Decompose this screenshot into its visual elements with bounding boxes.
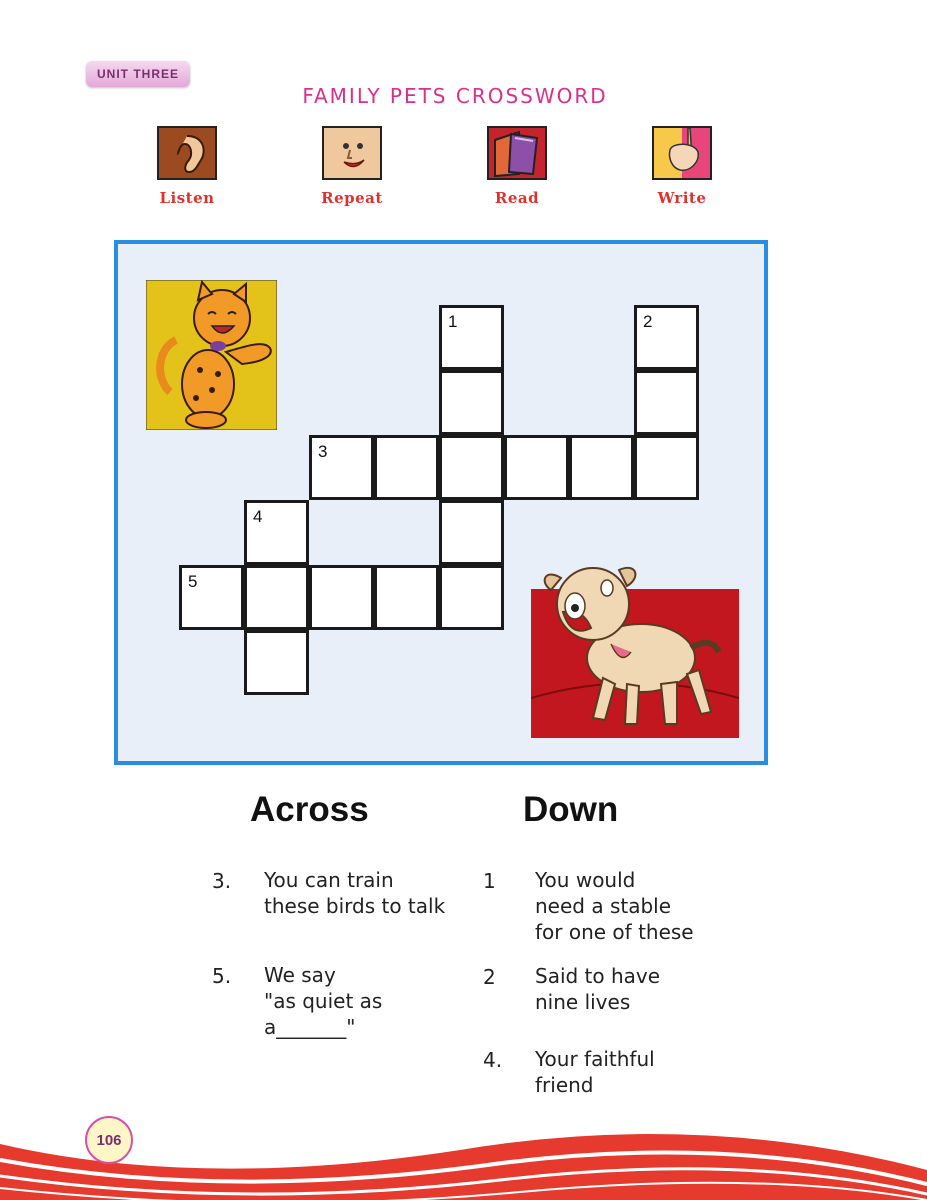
crossword-cell[interactable]	[439, 435, 504, 500]
crossword-cell[interactable]	[244, 630, 309, 695]
crossword-cell[interactable]	[374, 565, 439, 630]
skill-label: Listen	[159, 189, 215, 207]
across-heading: Across	[250, 790, 369, 829]
crossword-cell[interactable]	[439, 370, 504, 435]
crossword-cell[interactable]: 2	[634, 305, 699, 370]
skill-label: Read	[494, 189, 540, 207]
clue-number: 4	[253, 507, 263, 526]
book-icon	[487, 126, 547, 180]
ear-icon	[157, 126, 217, 180]
clue-number: 5	[188, 572, 198, 591]
across-clue-number: 3.	[212, 869, 232, 893]
crossword-cell[interactable]	[634, 435, 699, 500]
crossword-cell[interactable]: 4	[244, 500, 309, 565]
crossword-cell[interactable]: 5	[179, 565, 244, 630]
unit-badge: UNIT THREE	[86, 61, 190, 87]
crossword-cell[interactable]	[569, 435, 634, 500]
crossword-cell[interactable]	[439, 500, 504, 565]
crossword-cell[interactable]	[634, 370, 699, 435]
skill-label: Repeat	[321, 189, 383, 207]
down-clue-number: 4.	[483, 1048, 503, 1072]
crossword-cell[interactable]: 1	[439, 305, 504, 370]
crossword-cell[interactable]	[374, 435, 439, 500]
down-clue-number: 1	[483, 869, 496, 893]
crossword-cell[interactable]	[439, 565, 504, 630]
skill-read: Read	[457, 126, 577, 207]
page-title: FAMILY PETS CROSSWORD	[302, 84, 608, 108]
skill-repeat: Repeat	[292, 126, 412, 207]
down-clue-text: Said to have nine lives	[535, 964, 661, 1014]
skill-listen: Listen	[127, 126, 247, 207]
footer-wave	[0, 1134, 927, 1200]
crossword-cell[interactable]	[504, 435, 569, 500]
skill-label: Write	[657, 189, 707, 207]
skill-write: Write	[622, 126, 742, 207]
crossword-cell[interactable]: 3	[309, 435, 374, 500]
crossword-cell[interactable]	[309, 565, 374, 630]
across-clue-text: We say "as quiet as a_______"	[264, 963, 383, 1039]
clue-number: 3	[318, 442, 328, 461]
page-number: 106	[85, 1116, 133, 1164]
down-clue-text: You would need a stable for one of these	[535, 868, 694, 944]
dog-illustration	[530, 548, 740, 738]
crossword-cell[interactable]	[244, 565, 309, 630]
down-clue-number: 2	[483, 965, 496, 989]
down-heading: Down	[523, 790, 619, 829]
hand-pencil-icon	[652, 126, 712, 180]
clue-number: 2	[643, 312, 653, 331]
across-clue-number: 5.	[212, 964, 232, 988]
talking-face-icon	[322, 126, 382, 180]
across-clue-text: You can train these birds to talk	[264, 868, 446, 918]
cat-illustration	[145, 279, 278, 431]
clue-number: 1	[448, 312, 458, 331]
